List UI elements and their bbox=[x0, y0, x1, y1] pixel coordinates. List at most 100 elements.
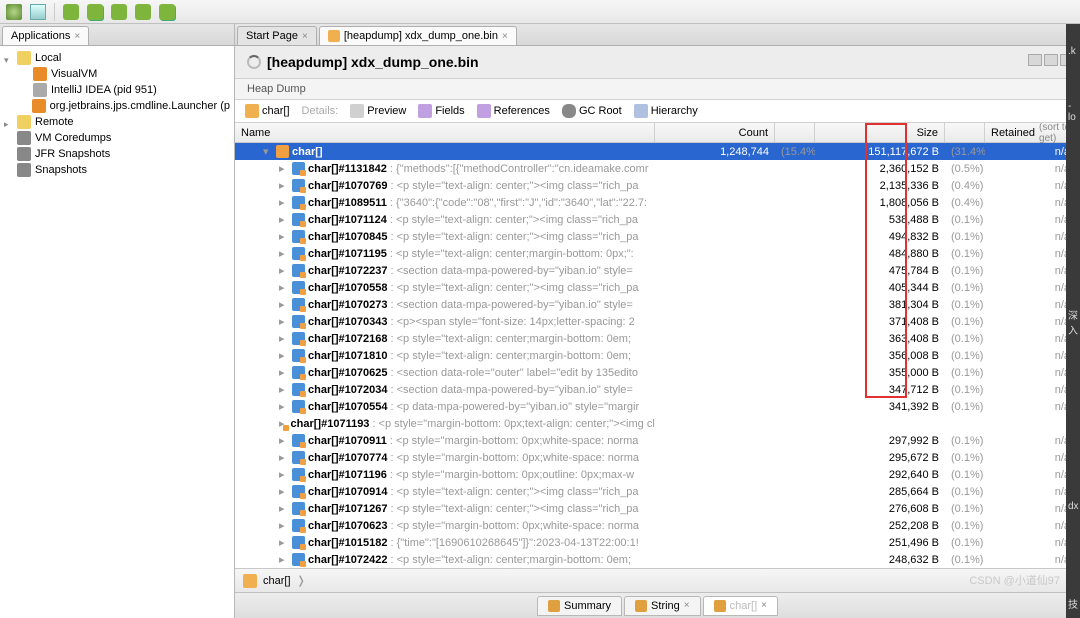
table-row[interactable]: ▸char[]#1072034 : <section data-mpa-powe… bbox=[235, 381, 1080, 398]
tree-node[interactable]: VM Coredumps bbox=[0, 130, 234, 146]
preview-button[interactable]: Preview bbox=[350, 104, 406, 118]
close-icon[interactable]: × bbox=[761, 600, 767, 611]
expand-icon[interactable]: ▸ bbox=[279, 179, 289, 192]
table-row[interactable]: ▸char[]#1131842 : {"methods":[{"methodCo… bbox=[235, 160, 1080, 177]
expand-icon[interactable]: ▸ bbox=[279, 213, 289, 226]
expand-icon[interactable]: ▸ bbox=[279, 196, 289, 209]
expand-icon[interactable]: ▸ bbox=[279, 536, 289, 549]
table-row[interactable]: ▸char[]#1089511 : {"3640":{"code":"08","… bbox=[235, 194, 1080, 211]
tree-node[interactable]: JFR Snapshots bbox=[0, 146, 234, 162]
action-bar: char[] Details: Preview Fields Reference… bbox=[235, 100, 1080, 123]
instance-preview: : <p style="text-align: center;margin-bo… bbox=[391, 350, 632, 362]
expand-icon[interactable]: ▸ bbox=[279, 349, 289, 362]
snapshot-icon[interactable] bbox=[87, 4, 103, 20]
tree-node[interactable]: VisualVM bbox=[0, 66, 234, 82]
snapshot-icon[interactable] bbox=[135, 4, 151, 20]
table-row[interactable]: ▸char[]#1071810 : <p style="text-align: … bbox=[235, 347, 1080, 364]
table-row[interactable]: ▸char[]#1070623 : <p style="margin-botto… bbox=[235, 517, 1080, 534]
expand-icon[interactable]: ▸ bbox=[279, 485, 289, 498]
bottom-tab[interactable]: char[]× bbox=[703, 596, 778, 616]
snapshot-icon[interactable] bbox=[111, 4, 127, 20]
open-file-icon[interactable] bbox=[30, 4, 46, 20]
table-row[interactable]: ▸char[]#1072237 : <section data-mpa-powe… bbox=[235, 262, 1080, 279]
expand-icon[interactable]: ▸ bbox=[279, 383, 289, 396]
table-row[interactable]: ▸char[]#1070914 : <p style="text-align: … bbox=[235, 483, 1080, 500]
col-size[interactable]: Size bbox=[815, 123, 945, 142]
breadcrumb-item[interactable]: char[] bbox=[263, 575, 291, 587]
table-row[interactable]: ▸char[]#1070554 : <p data-mpa-powered-by… bbox=[235, 398, 1080, 415]
tree-node[interactable]: Snapshots bbox=[0, 162, 234, 178]
tab-label: Start Page bbox=[246, 30, 298, 42]
table-row[interactable]: ▸char[]#1015182 : {"time":"[169061026864… bbox=[235, 534, 1080, 551]
table-row[interactable]: ▸char[]#1071267 : <p style="text-align: … bbox=[235, 500, 1080, 517]
snapshot-icon[interactable] bbox=[159, 4, 175, 20]
table-row[interactable]: ▸char[]#1071193 : <p style="margin-botto… bbox=[235, 415, 1080, 432]
table-row[interactable]: ▸char[]#1072168 : <p style="text-align: … bbox=[235, 330, 1080, 347]
hierarchy-button[interactable]: Hierarchy bbox=[634, 104, 698, 118]
close-icon[interactable]: × bbox=[684, 600, 690, 611]
table-row[interactable]: ▸char[]#1070845 : <p style="text-align: … bbox=[235, 228, 1080, 245]
tree-node[interactable]: Remote bbox=[0, 114, 234, 130]
expand-icon[interactable]: ▸ bbox=[279, 400, 289, 413]
close-icon[interactable]: × bbox=[302, 31, 308, 42]
bottom-tab[interactable]: Summary bbox=[537, 596, 622, 616]
table-row[interactable]: ▸char[]#1070911 : <p style="margin-botto… bbox=[235, 432, 1080, 449]
fields-button[interactable]: Fields bbox=[418, 104, 464, 118]
applications-tree[interactable]: LocalVisualVMIntelliJ IDEA (pid 951)org.… bbox=[0, 46, 234, 618]
table-row[interactable]: ▸char[]#1071196 : <p style="margin-botto… bbox=[235, 466, 1080, 483]
expand-icon[interactable]: ▸ bbox=[279, 332, 289, 345]
expand-icon[interactable]: ▸ bbox=[279, 281, 289, 294]
expand-icon[interactable]: ▸ bbox=[279, 451, 289, 464]
tree-node[interactable]: Local bbox=[0, 50, 234, 66]
class-link[interactable]: char[] bbox=[245, 104, 290, 118]
table-row[interactable]: ▸char[]#1070558 : <p style="text-align: … bbox=[235, 279, 1080, 296]
table-row[interactable]: ▸char[]#1070774 : <p style="margin-botto… bbox=[235, 449, 1080, 466]
bottom-tab[interactable]: String× bbox=[624, 596, 701, 616]
expand-icon[interactable]: ▸ bbox=[279, 434, 289, 447]
maximize-button[interactable] bbox=[1044, 54, 1058, 66]
references-button[interactable]: References bbox=[477, 104, 550, 118]
col-name[interactable]: Name bbox=[235, 123, 655, 142]
editor-tab[interactable]: [heapdump] xdx_dump_one.bin× bbox=[319, 26, 517, 45]
datasource-icon[interactable] bbox=[6, 4, 22, 20]
expand-icon[interactable]: ▸ bbox=[279, 366, 289, 379]
tree-node[interactable]: org.jetbrains.jps.cmdline.Launcher (p bbox=[0, 98, 234, 114]
java-icon bbox=[32, 99, 45, 113]
table-row[interactable]: ▸char[]#1072422 : <p style="text-align: … bbox=[235, 551, 1080, 568]
cell-size-pct: (0.1%) bbox=[945, 366, 985, 380]
expand-icon[interactable]: ▸ bbox=[279, 468, 289, 481]
expand-icon[interactable]: ▸ bbox=[279, 315, 289, 328]
table-row[interactable]: ▸char[]#1070273 : <section data-mpa-powe… bbox=[235, 296, 1080, 313]
expand-icon[interactable]: ▸ bbox=[279, 519, 289, 532]
gcroot-button[interactable]: GC Root bbox=[562, 104, 622, 118]
tab-applications[interactable]: Applications × bbox=[2, 26, 89, 45]
tree-node[interactable]: IntelliJ IDEA (pid 951) bbox=[0, 82, 234, 98]
close-icon[interactable]: × bbox=[502, 31, 508, 42]
expand-icon[interactable]: ▸ bbox=[279, 553, 289, 566]
col-count[interactable]: Count bbox=[655, 123, 775, 142]
expand-icon[interactable]: ▸ bbox=[279, 264, 289, 277]
dark-side-strip: .k -lo 深入 dx 技 bbox=[1066, 24, 1080, 618]
expand-icon[interactable]: ▾ bbox=[263, 145, 273, 158]
expand-icon[interactable]: ▸ bbox=[279, 298, 289, 311]
close-icon[interactable]: × bbox=[74, 31, 80, 42]
instance-icon bbox=[292, 451, 305, 464]
table-row[interactable]: ▸char[]#1070769 : <p style="text-align: … bbox=[235, 177, 1080, 194]
cell-count-pct bbox=[775, 525, 815, 527]
expand-icon[interactable]: ▸ bbox=[279, 247, 289, 260]
instance-icon bbox=[292, 196, 305, 209]
table-row[interactable]: ▸char[]#1070343 : <p><span style="font-s… bbox=[235, 313, 1080, 330]
editor-tab[interactable]: Start Page × bbox=[237, 26, 317, 45]
table-row[interactable]: ▸char[]#1071124 : <p style="text-align: … bbox=[235, 211, 1080, 228]
table-row[interactable]: ▾char[]1,248,744(15.4%)151,117,672 B(31.… bbox=[235, 143, 1080, 160]
table-row[interactable]: ▸char[]#1070625 : <section data-role="ou… bbox=[235, 364, 1080, 381]
cell-count-pct bbox=[775, 270, 815, 272]
minimize-button[interactable] bbox=[1028, 54, 1042, 66]
expand-icon[interactable]: ▸ bbox=[279, 230, 289, 243]
expand-icon[interactable]: ▸ bbox=[279, 502, 289, 515]
table-row[interactable]: ▸char[]#1071195 : <p style="text-align: … bbox=[235, 245, 1080, 262]
table-body[interactable]: ▾char[]1,248,744(15.4%)151,117,672 B(31.… bbox=[235, 143, 1080, 568]
expand-icon[interactable]: ▸ bbox=[279, 162, 289, 175]
snapshot-icon[interactable] bbox=[63, 4, 79, 20]
cell-count bbox=[655, 253, 775, 255]
